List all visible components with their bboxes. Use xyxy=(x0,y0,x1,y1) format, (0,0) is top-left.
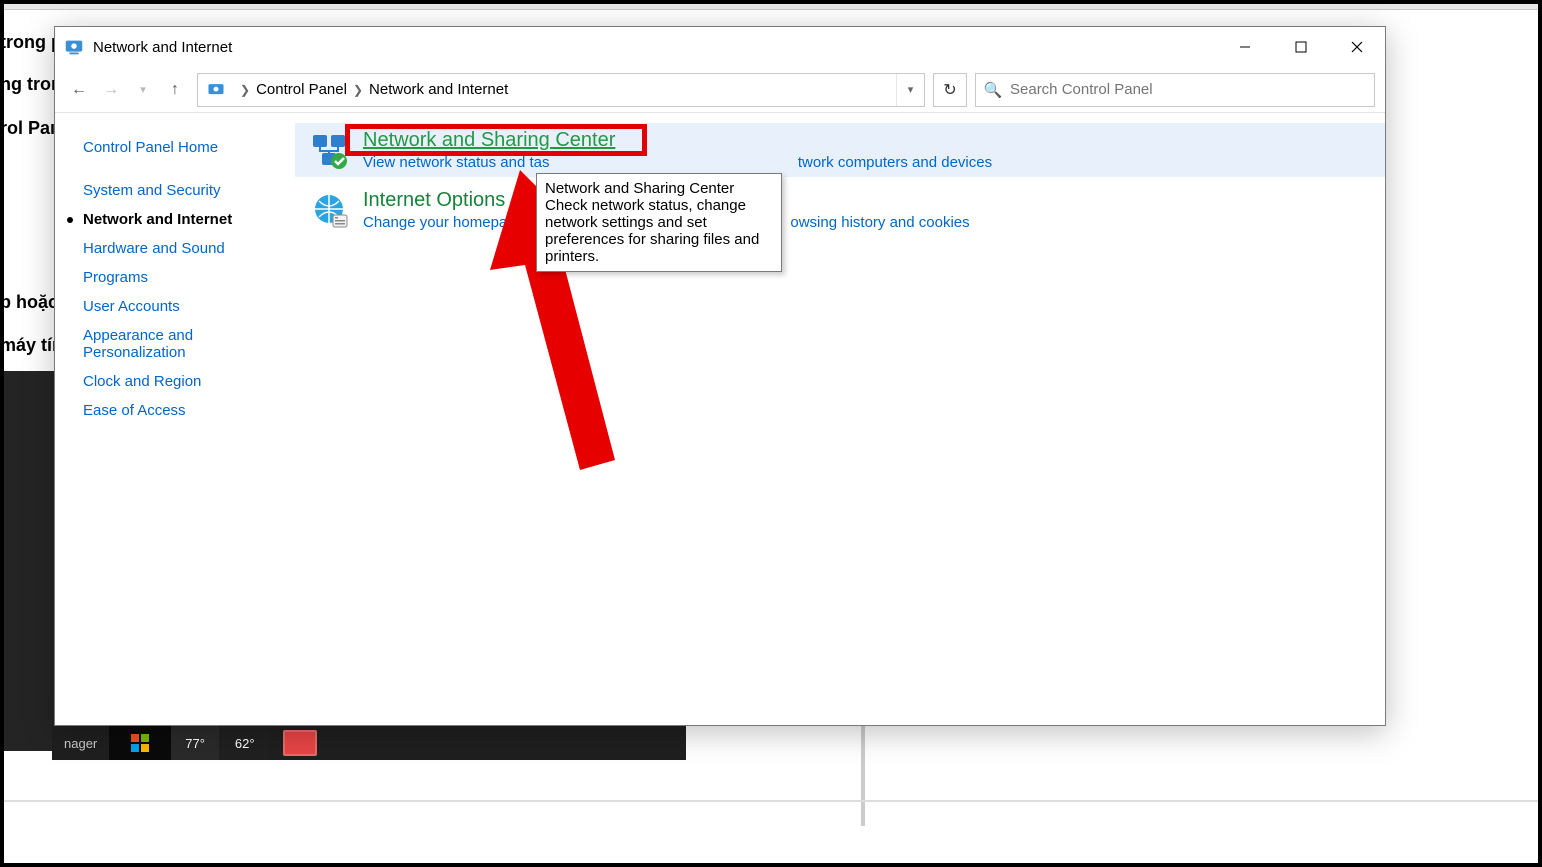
sidebar-item-label: Network and Internet xyxy=(83,211,232,228)
taskbar-weather-1: 77° xyxy=(171,726,219,760)
category-title[interactable]: Internet Options xyxy=(363,189,1371,212)
chevron-right-icon: ❯ xyxy=(234,83,256,97)
taskbar-red-icon xyxy=(283,730,317,756)
search-box[interactable]: 🔍 xyxy=(975,73,1375,107)
annotation-red-box xyxy=(345,124,647,156)
category-network-sharing[interactable]: Network and Sharing Center View network … xyxy=(295,123,1385,177)
minimize-button[interactable] xyxy=(1217,27,1273,67)
address-bar[interactable]: ❯ Control Panel ❯ Network and Internet ▾ xyxy=(197,73,925,107)
sidebar-item-appearance[interactable]: Appearance and Personalization xyxy=(83,321,279,367)
doc-rule xyxy=(0,800,1542,802)
sidebar-item-clock-region[interactable]: Clock and Region xyxy=(83,367,279,396)
taskbar-weather-2: 62° xyxy=(221,726,269,760)
background-taskbar: nager 77° 62° xyxy=(52,726,686,760)
category-internet-options[interactable]: Internet Options Change your homepage | … xyxy=(295,183,1385,237)
sidebar-item-home[interactable]: Control Panel Home xyxy=(83,133,279,162)
sidebar-item-label: Appearance and Personalization xyxy=(83,327,279,361)
background-toolbar xyxy=(0,0,1542,10)
refresh-button[interactable]: ↻ xyxy=(933,73,967,107)
sidebar-item-label: System and Security xyxy=(83,182,221,199)
sidebar: Control Panel Home System and Security N… xyxy=(55,113,295,725)
maximize-button[interactable] xyxy=(1273,27,1329,67)
sidebar-item-programs[interactable]: Programs xyxy=(83,263,279,292)
sidebar-item-label: User Accounts xyxy=(83,298,180,315)
tooltip-title: Network and Sharing Center xyxy=(545,180,773,197)
link-homepage[interactable]: Change your homepage xyxy=(363,214,524,231)
doc-separator xyxy=(861,726,865,826)
sidebar-item-hardware-sound[interactable]: Hardware and Sound xyxy=(83,234,279,263)
control-panel-window: Network and Internet ← → ▾ ↑ ❯ Control P… xyxy=(54,26,1386,726)
link-view-status[interactable]: View network status and tas xyxy=(363,154,550,171)
window-title: Network and Internet xyxy=(93,39,232,56)
sidebar-item-network-internet[interactable]: Network and Internet xyxy=(83,205,279,234)
nav-history-dropdown[interactable]: ▾ xyxy=(129,76,157,104)
bg-text-4: p hoặc xyxy=(0,292,58,313)
bg-dark-strip xyxy=(0,371,54,751)
search-input[interactable] xyxy=(1010,81,1374,98)
network-icon xyxy=(63,36,85,58)
sidebar-item-label: Ease of Access xyxy=(83,402,186,419)
windows-start-icon xyxy=(109,726,171,760)
link-browsing-history[interactable]: owsing history and cookies xyxy=(790,214,969,231)
internet-options-icon xyxy=(309,191,349,231)
sidebar-item-user-accounts[interactable]: User Accounts xyxy=(83,292,279,321)
bg-text-3: rol Paı xyxy=(0,118,55,139)
breadcrumb-current[interactable]: Network and Internet xyxy=(369,81,508,98)
category-links: Change your homepage | owsing history an… xyxy=(363,214,1371,231)
breadcrumb-root[interactable]: Control Panel xyxy=(256,81,347,98)
control-panel-icon xyxy=(206,80,226,100)
sidebar-item-ease-of-access[interactable]: Ease of Access xyxy=(83,396,279,425)
sidebar-item-label: Programs xyxy=(83,269,148,286)
link-view-computers[interactable]: twork computers and devices xyxy=(798,154,992,171)
network-sharing-icon xyxy=(309,131,349,171)
bg-text-2: ng tron xyxy=(0,74,62,95)
chevron-right-icon: ❯ xyxy=(347,83,369,97)
search-icon: 🔍 xyxy=(976,81,1010,99)
nav-up-button[interactable]: ↑ xyxy=(161,76,189,104)
sidebar-item-label: Clock and Region xyxy=(83,373,201,390)
tooltip-body: Check network status, change network set… xyxy=(545,197,773,265)
sidebar-item-label: Hardware and Sound xyxy=(83,240,225,257)
taskbar-text: nager xyxy=(52,736,109,751)
nav-back-button[interactable]: ← xyxy=(65,76,93,104)
tooltip: Network and Sharing Center Check network… xyxy=(536,173,782,272)
titlebar: Network and Internet xyxy=(55,27,1385,67)
category-links: View network status and tas twork comput… xyxy=(363,154,1371,171)
main-panel: Network and Sharing Center View network … xyxy=(295,113,1385,725)
navbar: ← → ▾ ↑ ❯ Control Panel ❯ Network and In… xyxy=(55,67,1385,113)
address-dropdown[interactable]: ▾ xyxy=(896,74,924,106)
sidebar-item-system-security[interactable]: System and Security xyxy=(83,176,279,205)
close-button[interactable] xyxy=(1329,27,1385,67)
sidebar-item-label: Control Panel Home xyxy=(83,139,218,156)
bg-text-1: trong p xyxy=(0,32,62,53)
nav-forward-button[interactable]: → xyxy=(97,76,125,104)
